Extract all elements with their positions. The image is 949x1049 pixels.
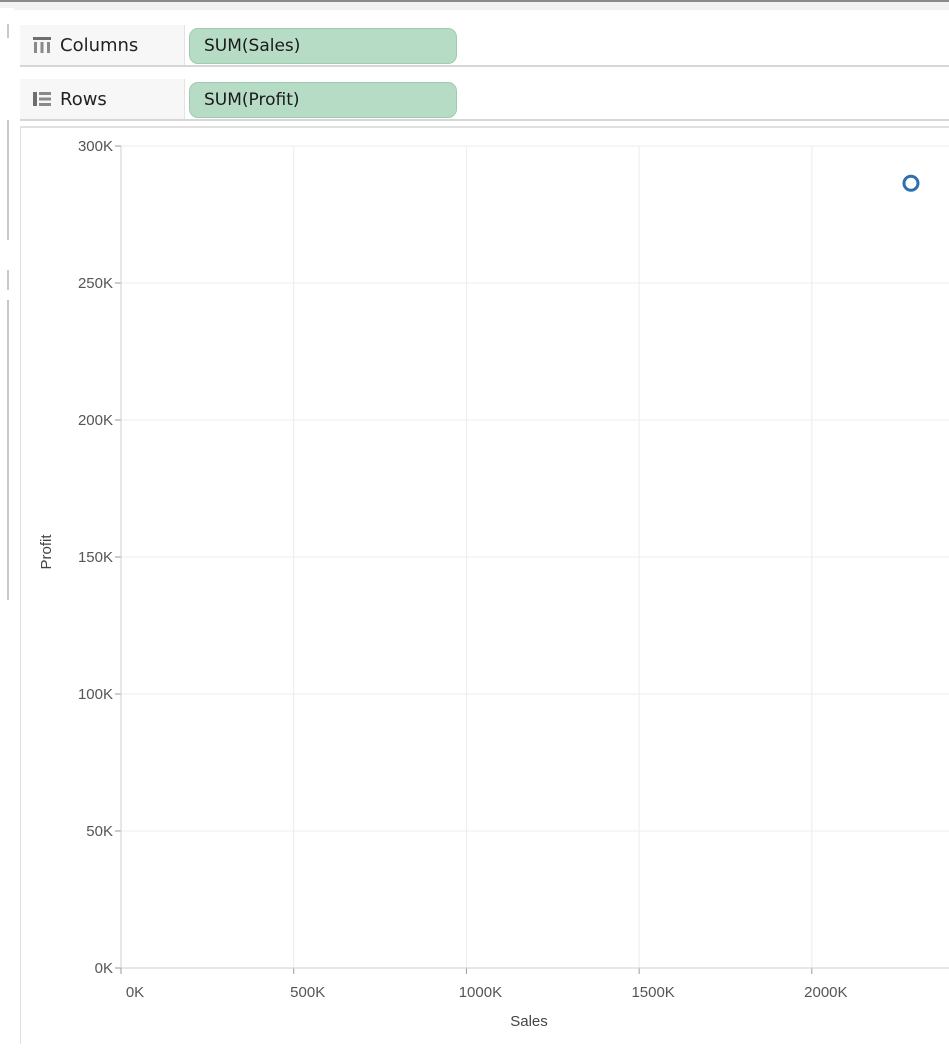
columns-drop-area[interactable]: SUM(Sales)	[184, 25, 949, 65]
left-panel-edge	[0, 8, 14, 1042]
y-tick-label: 50K	[86, 823, 113, 840]
y-tick-label: 100K	[78, 686, 113, 703]
left-edge-tick	[7, 270, 9, 290]
y-axis-title: Profit	[38, 534, 55, 570]
x-tick-label: 500K	[290, 984, 325, 1001]
y-tick-label: 200K	[78, 412, 113, 429]
sum-sales-pill[interactable]: SUM(Sales)	[189, 28, 457, 64]
x-axis-title: Sales	[510, 1013, 548, 1030]
columns-icon	[32, 36, 52, 54]
rows-icon	[32, 90, 52, 108]
columns-shelf-label: Columns	[20, 25, 184, 65]
y-tick-label: 300K	[78, 138, 113, 155]
scatter-chart[interactable]: 0K 500K 1000K 1500K 2000K 0K 50K 100K 150K 200K 25…	[21, 128, 949, 1044]
y-tick-label: 250K	[78, 275, 113, 292]
columns-label: Columns	[60, 34, 139, 56]
x-tick-label: 1500K	[631, 984, 674, 1001]
sum-profit-pill[interactable]: SUM(Profit)	[189, 82, 457, 118]
rows-shelf-label: Rows	[20, 79, 184, 119]
left-edge-tick	[7, 300, 9, 600]
window-top-border	[0, 0, 949, 10]
rows-shelf: Rows SUM(Profit)	[20, 79, 949, 121]
rows-label: Rows	[60, 88, 107, 110]
y-tick-label: 150K	[78, 549, 113, 566]
chart-view: 0K 500K 1000K 1500K 2000K 0K 50K 100K 150K 200K 25…	[20, 126, 949, 1044]
y-tick-label: 0K	[95, 960, 113, 977]
x-tick-label: 2000K	[804, 984, 847, 1001]
rows-drop-area[interactable]: SUM(Profit)	[184, 79, 949, 119]
sum-profit-pill-text: SUM(Profit)	[204, 90, 300, 110]
x-tick-label: 1000K	[459, 984, 502, 1001]
x-tick-label: 0K	[126, 984, 144, 1001]
columns-shelf: Columns SUM(Sales)	[20, 25, 949, 67]
sum-sales-pill-text: SUM(Sales)	[204, 36, 301, 56]
left-edge-tick	[7, 24, 9, 38]
left-edge-tick	[7, 120, 9, 240]
